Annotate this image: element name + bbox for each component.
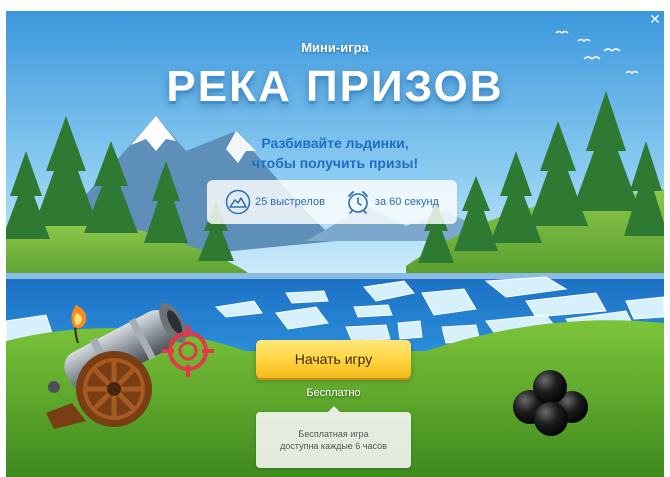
alarm-clock-icon: [348, 191, 368, 214]
tagline-line-2: чтобы получить призы!: [251, 155, 419, 171]
game-subtitle: Мини-игра: [301, 40, 369, 55]
game-tagline: Разбивайте льдинки, чтобы получить призы…: [6, 133, 664, 173]
start-game-button[interactable]: Начать игру: [256, 340, 411, 378]
mountain-icon: [225, 189, 251, 215]
close-icon[interactable]: ✕: [646, 11, 664, 27]
shots-count-label: 25 выстрелов: [254, 196, 325, 208]
free-label: Бесплатно: [306, 387, 361, 399]
free-game-tooltip: Бесплатная игра доступна каждые 6 часов: [256, 406, 411, 468]
tagline-line-1: Разбивайте льдинки,: [261, 135, 409, 151]
tooltip-line-1: Бесплатная игра: [298, 429, 369, 439]
game-title: РЕКА ПРИЗОВ: [166, 62, 504, 111]
shots-info: 25 выстрелов: [225, 189, 325, 215]
time-limit-label: за 60 секунд: [374, 196, 439, 208]
tooltip-line-2: доступна каждые 6 часов: [280, 441, 387, 451]
game-stage: ✕ Мини-игра РЕКА ПРИЗОВ Разбивайте льдин…: [6, 11, 664, 477]
game-info-panel: 25 выстрелов за 60 секунд: [207, 180, 457, 224]
time-info: за 60 секунд: [345, 189, 439, 215]
